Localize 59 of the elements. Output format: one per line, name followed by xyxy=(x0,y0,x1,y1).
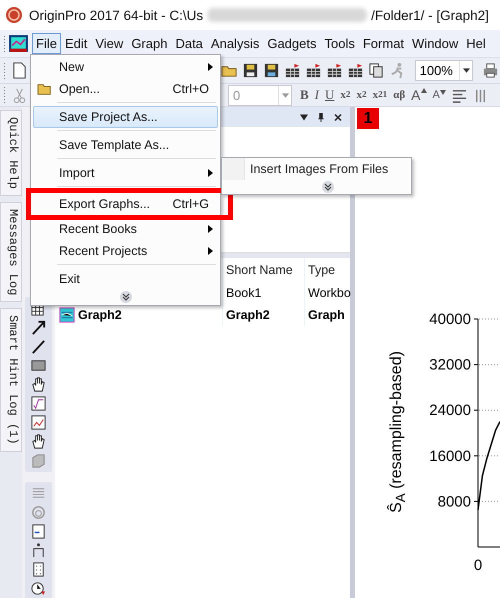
table-cell-text: Workbo xyxy=(307,285,352,302)
menu-item[interactable]: Hel xyxy=(462,33,490,54)
menu-entry[interactable]: Exit xyxy=(33,268,218,290)
menu-label: Save Project As... xyxy=(59,110,159,124)
format-button[interactable]: A xyxy=(430,89,448,101)
zoom-dropdown[interactable]: 100% xyxy=(414,60,473,81)
column-header[interactable]: Type xyxy=(305,258,355,282)
menu-label: Open... xyxy=(59,82,101,96)
layer-badge[interactable]: 1 xyxy=(357,108,379,129)
format-button[interactable]: U xyxy=(323,87,336,103)
shortcut-label: Ctrl+G xyxy=(172,197,209,211)
tick-label: 32000 xyxy=(429,356,471,374)
menu-item[interactable]: File xyxy=(32,33,61,54)
format-button[interactable]: x$^{2}$ xyxy=(338,89,352,101)
menu-entry[interactable]: New xyxy=(33,56,218,78)
menu-label: Exit xyxy=(59,272,81,286)
menu-label: Recent Projects xyxy=(59,244,148,258)
tick-label: 8000 xyxy=(438,493,471,510)
side-tab[interactable]: Smart Hint Log (1) xyxy=(0,308,22,452)
menu-entry[interactable]: Open... Ctrl+O xyxy=(33,78,218,100)
window-title: /Folder1/ - [Graph2] xyxy=(371,8,489,22)
side-tab[interactable]: Messages Log xyxy=(0,202,22,302)
table-cell: Graph2 xyxy=(78,308,122,322)
format-button[interactable]: B xyxy=(298,87,311,103)
menu-item[interactable]: Data xyxy=(171,33,207,54)
column-header[interactable]: Short Name xyxy=(223,258,305,282)
menu-item[interactable]: Graph xyxy=(127,33,172,54)
tick-label: 0 xyxy=(474,557,482,574)
menu-item[interactable]: Analysis xyxy=(206,33,264,54)
menu-item[interactable]: Gadgets xyxy=(263,33,320,54)
format-button[interactable]: αβ xyxy=(391,89,408,101)
table-cell-text: Graph xyxy=(307,307,346,324)
menu-label: Save Template As... xyxy=(59,138,170,152)
menu-entry[interactable]: Export Graphs... Ctrl+G xyxy=(33,193,218,215)
shortcut-label: Ctrl+O xyxy=(172,82,209,96)
menu-item[interactable]: Tools xyxy=(320,33,359,54)
menu-label: Import xyxy=(59,166,96,180)
menu-entry[interactable]: Save Template As... xyxy=(33,134,218,156)
window-title: OriginPro 2017 64-bit - C:\Us xyxy=(29,8,204,22)
side-tab[interactable]: Quick Help xyxy=(0,110,22,196)
table-cell: Graph2 xyxy=(223,304,305,326)
format-button[interactable]: A xyxy=(409,87,428,103)
menu-label: New xyxy=(59,60,86,74)
menu-label: Export Graphs... xyxy=(59,197,152,211)
menu-entry[interactable]: Recent Projects xyxy=(33,240,218,262)
menu-item[interactable]: Window xyxy=(408,33,462,54)
menu-entry[interactable]: Recent Books xyxy=(33,218,218,240)
tick-label: 40000 xyxy=(429,311,471,328)
tick-label: 24000 xyxy=(429,402,471,420)
tick-label: 16000 xyxy=(429,448,471,465)
menu-entry[interactable]: Import xyxy=(33,162,218,184)
menu-entry[interactable]: Save Project As... xyxy=(33,106,218,128)
menu-label: Recent Books xyxy=(59,222,138,236)
menu-entry[interactable]: Insert Images From Files xyxy=(222,158,411,180)
format-button[interactable]: I xyxy=(312,87,322,103)
menu-item[interactable]: Format xyxy=(358,33,408,54)
menu-item[interactable]: View xyxy=(91,33,128,54)
table-cell: Book1 xyxy=(223,282,305,304)
menu-item[interactable]: Edit xyxy=(60,33,92,54)
